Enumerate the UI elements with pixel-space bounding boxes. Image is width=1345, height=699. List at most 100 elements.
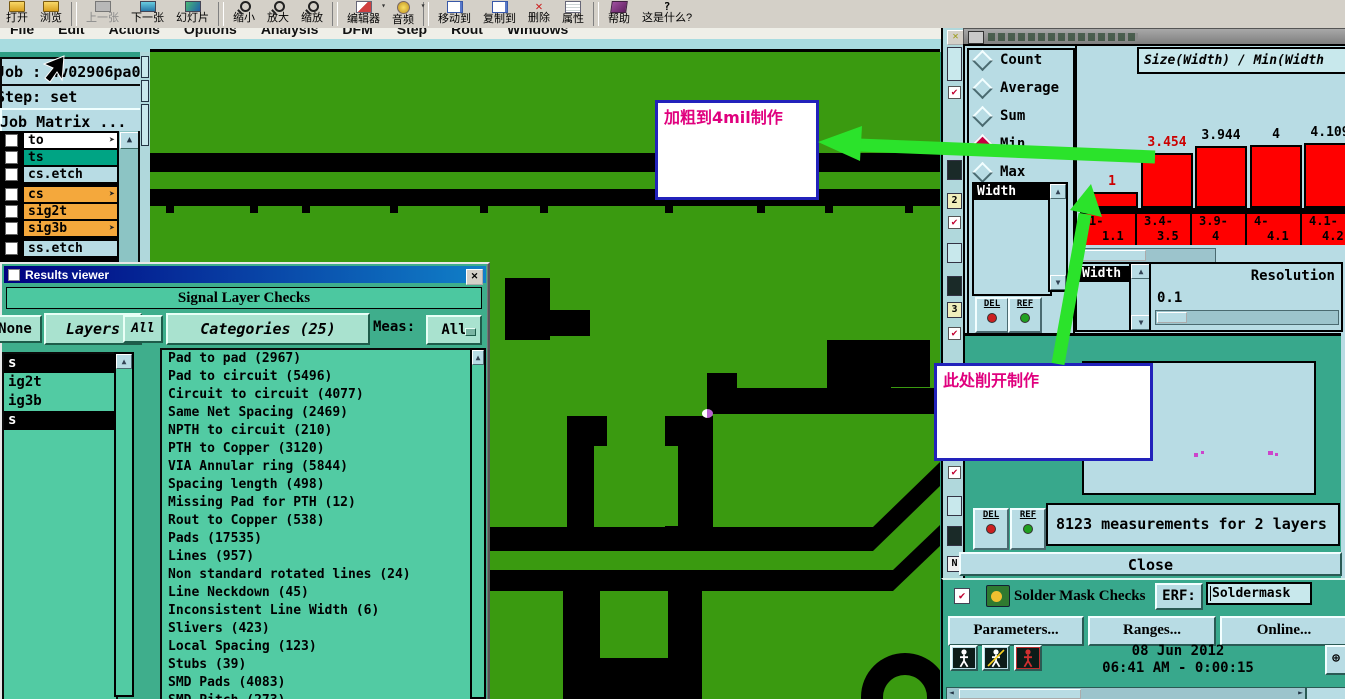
stop-check-button[interactable] xyxy=(1014,645,1042,671)
category-item[interactable]: Slivers (423) xyxy=(162,620,472,638)
radio-max[interactable]: Max xyxy=(971,161,1025,183)
toolbar-button[interactable] xyxy=(218,2,224,26)
histogram-bar[interactable] xyxy=(1086,192,1138,208)
category-item[interactable]: Non standard rotated lines (24) xyxy=(162,566,472,584)
edge-icon-dark[interactable] xyxy=(947,276,962,296)
layer-row[interactable]: ts xyxy=(0,150,117,165)
scroll-right-icon[interactable]: ► xyxy=(1298,688,1303,697)
checkbox-checked-icon[interactable]: ✔ xyxy=(948,216,961,229)
close-icon[interactable]: ✕ xyxy=(947,30,964,45)
erf-button[interactable]: ERF: xyxy=(1155,583,1203,610)
measure-list-item[interactable]: Width xyxy=(1079,266,1129,282)
menu-item[interactable]: File xyxy=(10,28,34,37)
edge-box[interactable] xyxy=(947,496,962,516)
layer-arrow-icon[interactable]: ➤ xyxy=(109,133,115,148)
results-layer-scrollbar[interactable]: ▲ xyxy=(114,352,134,697)
layer-checkbox[interactable] xyxy=(5,205,18,218)
histogram-bar[interactable] xyxy=(1304,143,1345,208)
solder-mask-checkbox[interactable]: ✔ xyxy=(954,588,970,604)
measure-list-scrollbar[interactable]: ▲ ▼ xyxy=(1048,182,1068,292)
radio-diamond-icon[interactable] xyxy=(971,161,994,183)
erf-input[interactable]: Soldermask xyxy=(1206,582,1312,605)
category-item[interactable]: VIA Annular ring (5844) xyxy=(162,458,472,476)
categories-button[interactable]: Categories (25) xyxy=(166,313,370,345)
toolbar-button[interactable] xyxy=(593,2,599,26)
measure-list-2[interactable]: Width xyxy=(1079,266,1129,328)
dropdown-icon[interactable]: ▾ xyxy=(421,1,426,10)
category-item[interactable]: Missing Pad for PTH (12) xyxy=(162,494,472,512)
category-item[interactable]: SMD Pitch (273) xyxy=(162,692,472,699)
parameters-button[interactable]: Parameters... xyxy=(948,616,1084,646)
layer-checkbox[interactable] xyxy=(5,134,18,147)
slider-thumb[interactable] xyxy=(1157,312,1187,323)
del-button[interactable]: DEL xyxy=(975,297,1009,333)
scroll-up-icon[interactable]: ▲ xyxy=(1050,184,1066,199)
layers-all-button[interactable]: All xyxy=(123,315,163,343)
category-item[interactable]: Pad to circuit (5496) xyxy=(162,368,472,386)
toolbar-button[interactable]: 编辑器 ▾ xyxy=(341,0,386,28)
scrollbar-thumb[interactable] xyxy=(1082,250,1146,261)
canvas-chrome-box[interactable] xyxy=(141,104,149,146)
radio-average[interactable]: Average xyxy=(971,77,1059,99)
toolbar-button[interactable]: 上一张 xyxy=(80,0,125,28)
category-item[interactable]: Inconsistent Line Width (6) xyxy=(162,602,472,620)
magnify-button[interactable]: ⊕ xyxy=(1325,645,1345,675)
category-item[interactable]: Line Neckdown (45) xyxy=(162,584,472,602)
edge-icon-dark[interactable] xyxy=(947,526,962,546)
layer-checkbox[interactable] xyxy=(5,151,18,164)
layer-checkbox[interactable] xyxy=(5,168,18,181)
layer-row[interactable]: to ➤ xyxy=(0,133,117,148)
close-icon[interactable]: ✕ xyxy=(466,269,483,285)
menu-item[interactable]: Rout xyxy=(451,28,483,37)
edge-icon-dark[interactable] xyxy=(947,160,962,180)
ref-button[interactable]: REF xyxy=(1008,297,1042,333)
toolbar-button[interactable]: ✕ 删除 xyxy=(522,0,556,28)
category-item[interactable]: Stubs (39) xyxy=(162,656,472,674)
checkbox-checked-icon[interactable]: ✔ xyxy=(948,327,961,340)
canvas-chrome-box[interactable] xyxy=(141,80,149,102)
menu-item[interactable]: Windows xyxy=(507,28,568,37)
scroll-up-icon[interactable]: ▲ xyxy=(472,350,484,365)
category-item[interactable]: Circuit to circuit (4077) xyxy=(162,386,472,404)
toolbar-button[interactable]: 复制到 xyxy=(477,0,522,28)
category-item[interactable]: Lines (957) xyxy=(162,548,472,566)
results-layer-item[interactable]: s xyxy=(4,411,116,430)
scrollbar-thumb[interactable] xyxy=(959,689,1081,699)
menu-item[interactable]: Analysis xyxy=(261,28,319,37)
radio-diamond-icon[interactable] xyxy=(971,133,994,155)
toolbar-button[interactable]: ? 这是什么? xyxy=(636,0,698,28)
category-item[interactable]: Pads (17535) xyxy=(162,530,472,548)
layer-row[interactable]: cs.etch xyxy=(0,167,117,182)
scroll-down-icon[interactable]: ▼ xyxy=(1131,315,1151,330)
run-check-button[interactable] xyxy=(950,645,978,671)
menu-item[interactable]: Options xyxy=(184,28,237,37)
ref-button[interactable]: REF xyxy=(1010,508,1046,550)
layer-row[interactable]: cs ➤ xyxy=(0,187,117,202)
scroll-down-icon[interactable]: ▼ xyxy=(1050,275,1066,290)
menu-item[interactable]: Actions xyxy=(109,28,160,37)
layer-checkbox[interactable] xyxy=(5,188,18,201)
radio-diamond-icon[interactable] xyxy=(971,49,994,71)
toolbar-button[interactable]: 放大 xyxy=(261,0,295,28)
edge-label-2[interactable]: 2 xyxy=(947,193,962,209)
layer-checkbox[interactable] xyxy=(5,242,18,255)
menu-item[interactable]: DFM xyxy=(342,28,372,37)
run-partial-button[interactable] xyxy=(982,645,1010,671)
results-layer-item[interactable]: ig3b xyxy=(4,392,116,411)
histogram-bar[interactable] xyxy=(1250,145,1302,208)
category-item[interactable]: Spacing length (498) xyxy=(162,476,472,494)
toolbar-button[interactable]: 移动到 xyxy=(432,0,477,28)
radio-diamond-icon[interactable] xyxy=(971,77,994,99)
category-item[interactable]: Rout to Copper (538) xyxy=(162,512,472,530)
toolbar-button[interactable]: 缩小 xyxy=(227,0,261,28)
categories-list[interactable]: Pad to pad (2967) Pad to circuit (5496) Ci… xyxy=(160,348,474,699)
online-button[interactable]: Online... xyxy=(1220,616,1345,646)
category-item[interactable]: SMD Pads (4083) xyxy=(162,674,472,692)
measure-list-item[interactable]: Width xyxy=(974,184,1050,200)
toolbar-button[interactable]: 缩放 xyxy=(295,0,329,28)
categories-scrollbar[interactable]: ▲ xyxy=(470,348,486,699)
category-item[interactable]: PTH to Copper (3120) xyxy=(162,440,472,458)
toolbar-button[interactable] xyxy=(332,2,338,26)
radio-sum[interactable]: Sum xyxy=(971,105,1025,127)
toolbar-button[interactable]: 属性 xyxy=(556,0,590,28)
